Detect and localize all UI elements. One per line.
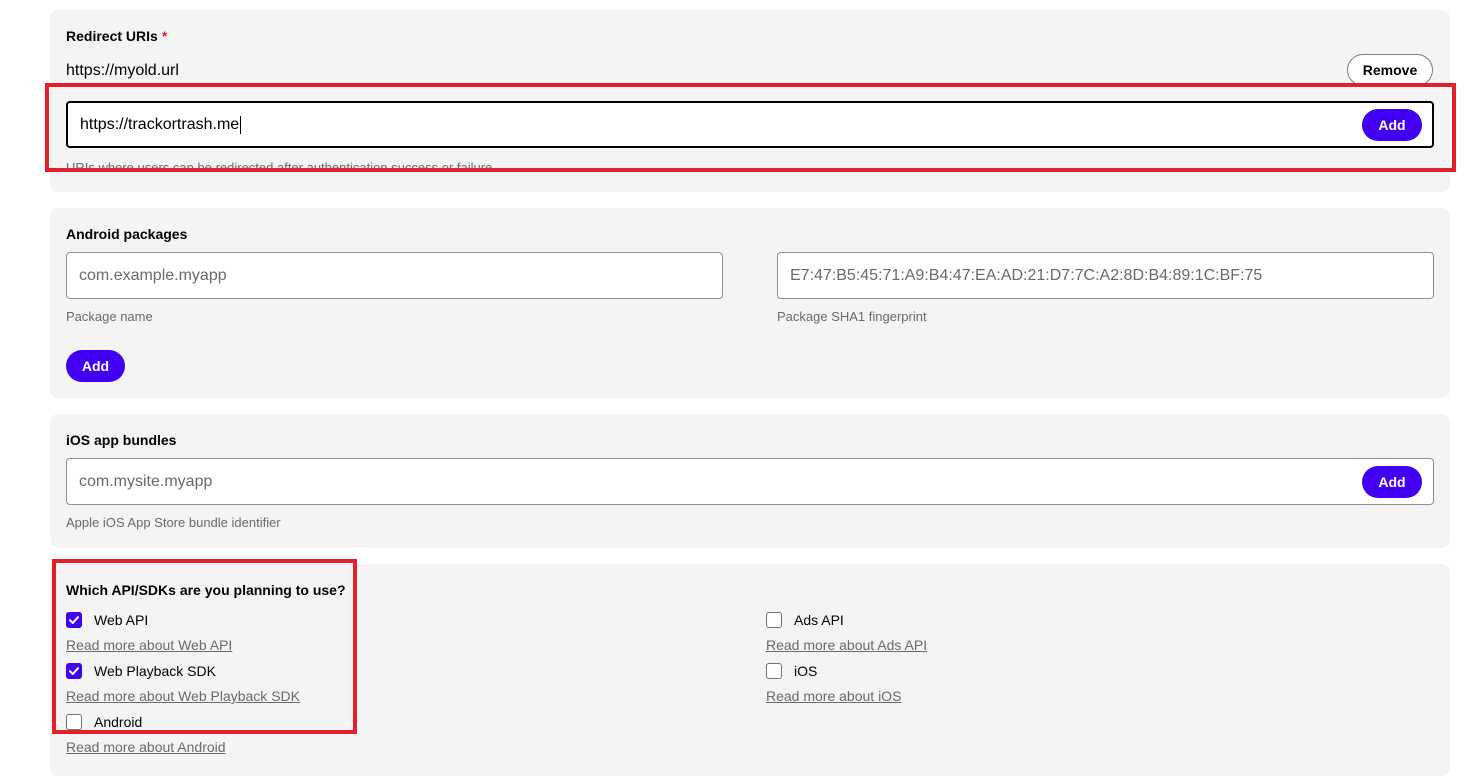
check-icon (69, 616, 79, 624)
sha1-fingerprint-input[interactable]: E7:47:B5:45:71:A9:B4:47:EA:AD:21:D7:7C:A… (777, 252, 1434, 299)
check-icon (69, 667, 79, 675)
android-read-more-link[interactable]: Read more about Android (66, 739, 226, 755)
add-android-package-button[interactable]: Add (66, 350, 125, 382)
ios-bundle-input[interactable]: com.mysite.myapp (66, 458, 1434, 505)
ads-api-checkbox[interactable] (766, 612, 782, 628)
ios-label: iOS (794, 663, 818, 679)
web-playback-sdk-label: Web Playback SDK (94, 663, 216, 679)
package-name-input[interactable]: com.example.myapp (66, 252, 723, 299)
ads-api-option[interactable]: Ads API (766, 612, 844, 628)
android-checkbox[interactable] (66, 714, 82, 730)
ads-api-label: Ads API (794, 612, 844, 628)
api-sdk-question: Which API/SDKs are you planning to use? (66, 582, 346, 598)
ads-api-read-more-link[interactable]: Read more about Ads API (766, 637, 927, 653)
redirect-uris-helper: URIs where users can be redirected after… (66, 160, 493, 175)
add-ios-bundle-button[interactable]: Add (1362, 466, 1422, 498)
web-api-label: Web API (94, 612, 149, 628)
android-option[interactable]: Android (66, 714, 142, 730)
ios-option[interactable]: iOS (766, 663, 817, 679)
redirect-uri-value: https://trackortrash.me (80, 115, 240, 133)
android-packages-card: Android packages com.example.myapp E7:47… (50, 208, 1450, 398)
web-playback-sdk-read-more-link[interactable]: Read more about Web Playback SDK (66, 688, 300, 704)
web-api-option[interactable]: Web API (66, 612, 148, 628)
web-api-read-more-link[interactable]: Read more about Web API (66, 637, 232, 653)
package-name-placeholder: com.example.myapp (79, 266, 227, 284)
redirect-uris-label: Redirect URIs * (66, 28, 168, 44)
ios-bundle-helper: Apple iOS App Store bundle identifier (66, 515, 281, 530)
add-redirect-uri-button[interactable]: Add (1362, 109, 1422, 141)
ios-read-more-link[interactable]: Read more about iOS (766, 688, 901, 704)
required-marker: * (161, 28, 168, 44)
ios-bundles-card: iOS app bundles com.mysite.myapp Add App… (50, 414, 1450, 548)
text-caret (240, 115, 242, 134)
ios-bundles-label: iOS app bundles (66, 432, 177, 448)
package-name-helper: Package name (66, 309, 153, 324)
web-playback-sdk-checkbox[interactable] (66, 663, 82, 679)
web-playback-sdk-option[interactable]: Web Playback SDK (66, 663, 216, 679)
web-api-checkbox[interactable] (66, 612, 82, 628)
android-label: Android (94, 714, 143, 730)
android-packages-label: Android packages (66, 226, 188, 242)
redirect-uris-card: Redirect URIs * https://myold.url Remove … (50, 10, 1450, 192)
existing-uri: https://myold.url (66, 62, 179, 79)
sha1-fingerprint-helper: Package SHA1 fingerprint (777, 309, 927, 324)
ios-bundle-placeholder: com.mysite.myapp (79, 472, 213, 490)
api-sdk-card: Which API/SDKs are you planning to use? … (50, 564, 1450, 776)
remove-uri-button[interactable]: Remove (1347, 54, 1433, 86)
redirect-uri-input[interactable]: https://trackortrash.me (66, 101, 1434, 148)
ios-checkbox[interactable] (766, 663, 782, 679)
sha1-fingerprint-placeholder: E7:47:B5:45:71:A9:B4:47:EA:AD:21:D7:7C:A… (790, 266, 1263, 284)
